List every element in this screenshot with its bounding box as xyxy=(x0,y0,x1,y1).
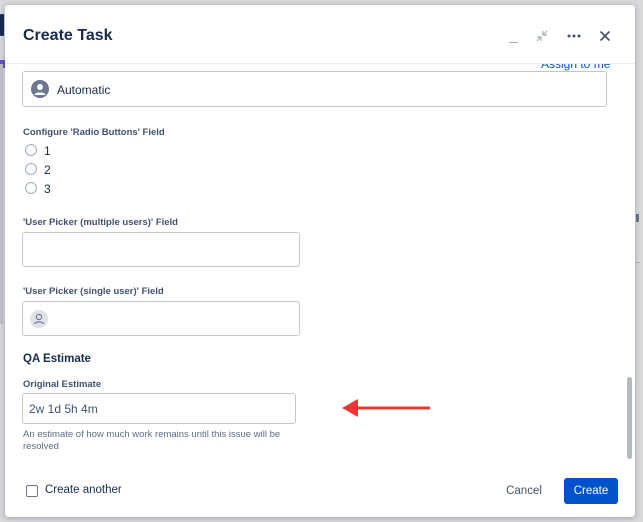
assignee-select[interactable]: Automatic xyxy=(22,71,607,107)
annotation-arrow xyxy=(342,399,430,417)
dialog-body[interactable]: Assign to me Automatic Configure 'Radio … xyxy=(5,63,635,459)
create-another-label[interactable]: Create another xyxy=(45,484,122,496)
user-avatar-icon xyxy=(31,80,49,98)
radio-option-3[interactable] xyxy=(25,182,37,194)
cancel-button[interactable]: Cancel xyxy=(495,478,553,504)
background-app-edge xyxy=(0,64,3,324)
radio-option-2[interactable] xyxy=(25,163,37,175)
original-estimate-label: Original Estimate xyxy=(23,379,102,390)
radio-option-label: 1 xyxy=(44,144,51,158)
user-picker-multi-input[interactable] xyxy=(22,232,300,267)
dialog-title: Create Task xyxy=(23,27,113,44)
minimize-icon[interactable] xyxy=(502,25,524,47)
dialog-footer: Create another Cancel Create xyxy=(5,460,635,517)
collapse-icon[interactable] xyxy=(531,25,553,47)
original-estimate-input[interactable] xyxy=(22,393,296,424)
original-estimate-help: An estimate of how much work remains unt… xyxy=(23,429,281,452)
radio-option-1[interactable] xyxy=(25,144,37,156)
dialog-header: Create Task xyxy=(5,5,635,64)
radio-option-label: 3 xyxy=(44,182,51,196)
radio-circle[interactable] xyxy=(25,144,37,156)
assignee-value: Automatic xyxy=(57,83,111,97)
background-app-glyph xyxy=(0,14,4,36)
radio-field-label: Configure 'Radio Buttons' Field xyxy=(23,127,165,138)
assign-to-me-link[interactable]: Assign to me xyxy=(541,63,610,71)
user-picker-single-label: 'User Picker (single user)' Field xyxy=(23,286,164,297)
user-picker-multi-label: 'User Picker (multiple users)' Field xyxy=(23,217,178,228)
background-app-marker-right xyxy=(636,214,639,222)
qa-estimate-heading: QA Estimate xyxy=(23,353,91,365)
scrollbar-thumb[interactable] xyxy=(627,377,632,459)
create-button[interactable]: Create xyxy=(564,478,618,504)
user-picker-single-input[interactable] xyxy=(22,301,300,336)
radio-circle[interactable] xyxy=(25,182,37,194)
user-avatar-icon xyxy=(30,310,48,328)
radio-circle[interactable] xyxy=(25,163,37,175)
radio-option-label: 2 xyxy=(44,163,51,177)
create-task-dialog: Create Task Assign to me Automatic Confi… xyxy=(5,5,635,517)
close-icon[interactable] xyxy=(594,25,616,47)
more-icon[interactable] xyxy=(563,25,585,47)
create-another-checkbox[interactable] xyxy=(26,485,38,497)
